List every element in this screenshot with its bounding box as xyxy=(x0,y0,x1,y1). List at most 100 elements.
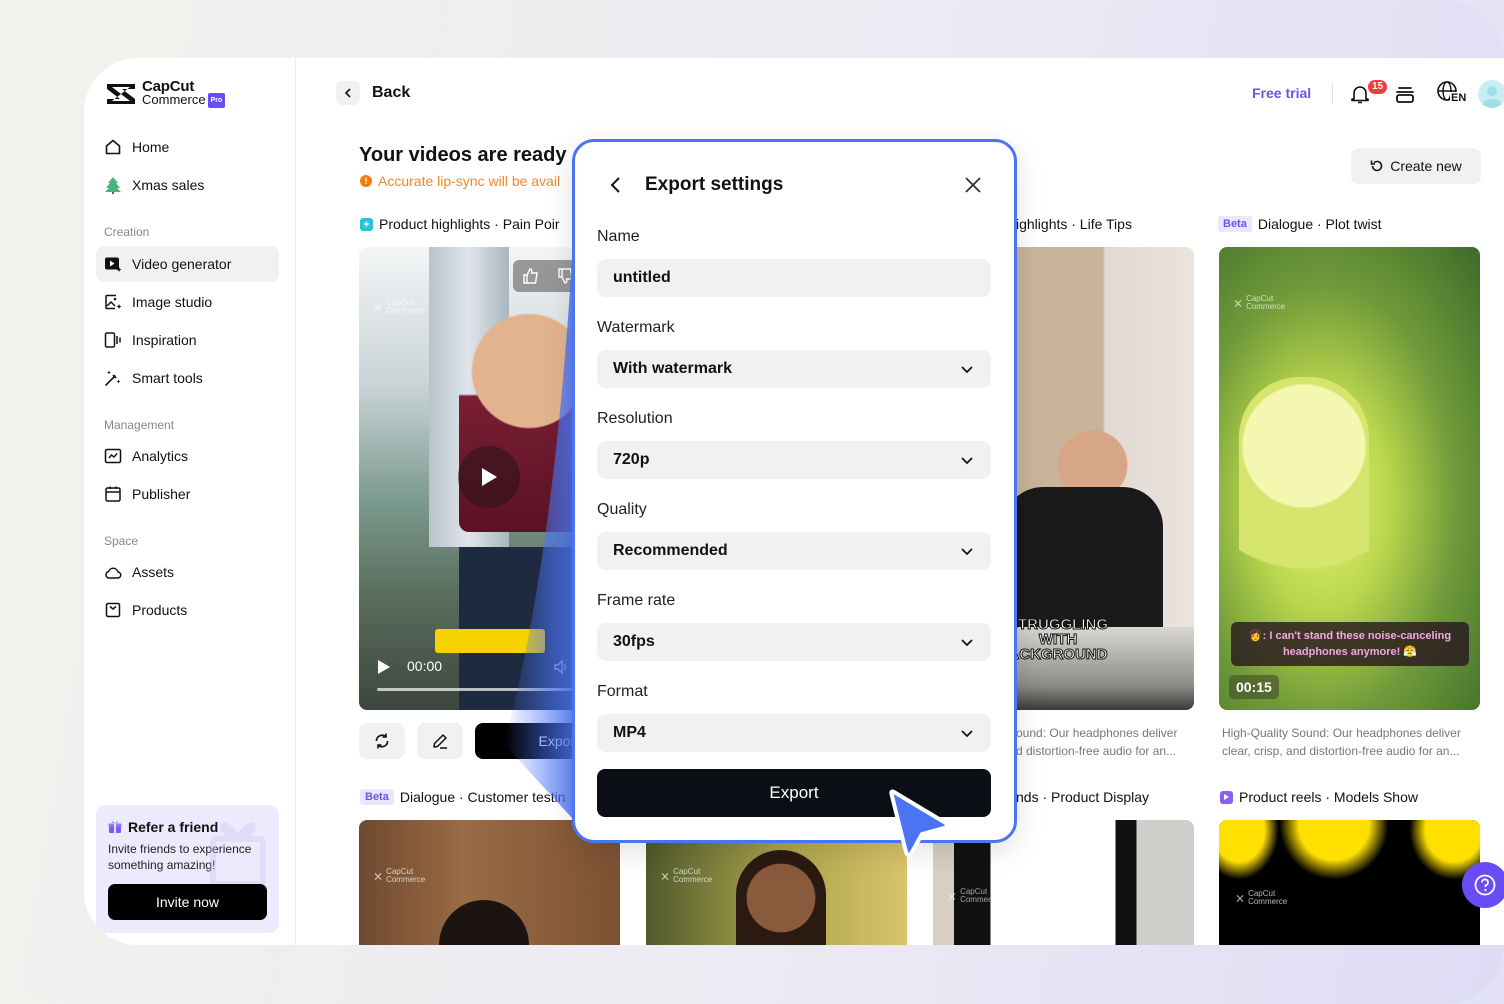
create-new-button[interactable]: Create new xyxy=(1351,148,1481,184)
modal-back-button[interactable] xyxy=(605,174,627,196)
sidebar-item-label: Home xyxy=(132,139,170,155)
brand-subtitle: Commerce xyxy=(142,92,206,107)
header-divider xyxy=(1332,82,1333,104)
sidebar-item-video-generator[interactable]: Video generator xyxy=(96,246,279,282)
gift-decoration-icon xyxy=(210,822,266,887)
analytics-icon xyxy=(104,448,122,464)
sidebar: CapCut Commerce Pro Home Xmas sales Creat… xyxy=(84,58,296,945)
app-window: CapCut Commerce Pro Home Xmas sales Creat… xyxy=(84,58,1504,945)
watermark-select[interactable]: With watermark xyxy=(597,350,991,388)
sidebar-item-label: Products xyxy=(132,602,188,618)
watermark: ⨯ CapCut Commerce xyxy=(1235,889,1288,906)
page-title: Your videos are ready xyxy=(359,144,567,166)
product-highlights-icon xyxy=(360,217,373,231)
frame-rate-value: 30fps xyxy=(613,633,655,650)
refer-a-friend-card: Refer a friend Invite friends to experie… xyxy=(96,805,279,933)
resolution-select[interactable]: 720p xyxy=(597,441,991,479)
notice-text: Accurate lip-sync will be avail xyxy=(378,173,561,189)
language-selector[interactable]: EN xyxy=(1436,80,1468,108)
quality-select[interactable]: Recommended xyxy=(597,532,991,570)
frame-rate-select[interactable]: 30fps xyxy=(597,623,991,661)
export-settings-modal: Export settings Name Watermark With wate… xyxy=(572,139,1017,843)
card-1-label: Product highlights · Pain Poir xyxy=(360,216,560,232)
chevron-down-icon xyxy=(961,639,973,647)
image-studio-icon xyxy=(105,294,122,310)
sidebar-item-analytics[interactable]: Analytics xyxy=(96,438,279,474)
play-button[interactable] xyxy=(458,446,520,508)
capcut-commerce-logo[interactable]: CapCut Commerce Pro xyxy=(104,79,226,109)
sidebar-item-smart-tools[interactable]: Smart tools xyxy=(96,360,279,396)
watermark-value: With watermark xyxy=(613,360,732,377)
edit-button[interactable] xyxy=(417,723,463,759)
sidebar-item-label: Smart tools xyxy=(132,370,203,386)
sidebar-item-products[interactable]: Products xyxy=(96,592,279,628)
sidebar-item-assets[interactable]: Assets xyxy=(96,554,279,590)
notification-count-badge: 15 xyxy=(1368,80,1388,94)
card-export-button[interactable]: Export xyxy=(475,723,585,759)
sidebar-item-xmas-sales[interactable]: Xmas sales xyxy=(96,167,279,203)
sidebar-item-publisher[interactable]: Publisher xyxy=(96,476,279,512)
card-title: ighlights · Life Tips xyxy=(1016,216,1132,232)
help-question-icon xyxy=(1474,874,1496,896)
close-icon[interactable] xyxy=(962,174,984,196)
lip-sync-notice: ! Accurate lip-sync will be avail xyxy=(360,173,560,189)
caption-bar xyxy=(435,629,545,653)
sidebar-item-label: Video generator xyxy=(132,256,232,272)
invite-now-button[interactable]: Invite now xyxy=(108,884,267,920)
section-title-space: Space xyxy=(104,534,139,548)
volume-icon[interactable] xyxy=(553,659,569,675)
avatar-person-icon xyxy=(1482,86,1502,108)
inbox-stack-icon[interactable] xyxy=(1393,82,1417,106)
card-7-video[interactable]: ⨯ CapCut Commerce xyxy=(1219,820,1480,945)
inspiration-icon xyxy=(104,332,121,348)
regenerate-icon xyxy=(375,733,389,749)
format-select[interactable]: MP4 xyxy=(597,714,991,752)
format-value: MP4 xyxy=(613,724,646,741)
card-title: Dialogue · Customer testin xyxy=(399,789,566,805)
frame-rate-label: Frame rate xyxy=(597,592,676,609)
watermark: ⨯ CapCut Commerce xyxy=(1233,294,1286,311)
card-2-label: ighlights · Life Tips xyxy=(1016,216,1132,232)
card-3-description: High-Quality Sound: Our headphones deliv… xyxy=(1222,726,1461,758)
person-hair xyxy=(439,900,529,945)
person-figure xyxy=(736,850,826,945)
name-input[interactable] xyxy=(613,269,975,287)
help-button[interactable] xyxy=(1462,862,1504,908)
language-code: EN xyxy=(1450,92,1468,104)
sidebar-item-home[interactable]: Home xyxy=(96,129,279,165)
card-6-label: nds · Product Display xyxy=(1016,789,1149,805)
thumbs-up-icon[interactable] xyxy=(522,267,540,285)
card-3-video[interactable]: ⨯ CapCut Commerce 👩: I can't stand these n… xyxy=(1219,247,1480,710)
section-title-creation: Creation xyxy=(104,225,150,239)
free-trial-link[interactable]: Free trial xyxy=(1252,85,1311,101)
quality-value: Recommended xyxy=(613,542,728,559)
regenerate-button[interactable] xyxy=(359,723,405,759)
sidebar-item-label: Image studio xyxy=(132,294,213,310)
back-button[interactable] xyxy=(336,81,360,105)
user-avatar[interactable] xyxy=(1478,80,1504,108)
sidebar-item-label: Xmas sales xyxy=(132,177,205,193)
refresh-icon xyxy=(1370,160,1383,172)
warning-icon: ! xyxy=(360,175,372,187)
pro-badge: Pro xyxy=(207,93,226,109)
video-progress-bar[interactable] xyxy=(377,688,601,691)
sidebar-item-inspiration[interactable]: Inspiration xyxy=(96,322,279,358)
watermark: ⨯ CapCut Commerce xyxy=(947,887,1000,904)
calendar-icon xyxy=(105,486,121,502)
pencil-icon xyxy=(433,734,447,749)
card-title: Product reels · Models Show xyxy=(1239,789,1418,805)
back-label[interactable]: Back xyxy=(372,84,410,102)
watermark: ⨯ CapCut Commerce xyxy=(373,298,426,315)
spotlight xyxy=(1279,820,1389,880)
sidebar-item-image-studio[interactable]: Image studio xyxy=(96,284,279,320)
spotlight xyxy=(1219,820,1279,880)
dialogue-caption: 👩: I can't stand these noise-canceling h… xyxy=(1231,622,1469,666)
product-reels-icon xyxy=(1220,790,1233,804)
play-small-icon[interactable] xyxy=(377,659,391,675)
card-3-label: Beta Dialogue · Plot twist xyxy=(1218,216,1382,232)
card-2-description: ound: Our headphones deliver d distortio… xyxy=(1016,726,1178,758)
name-field[interactable] xyxy=(597,259,991,297)
card-4-label: Beta Dialogue · Customer testin xyxy=(360,789,566,805)
person-figure xyxy=(1239,377,1369,607)
sidebar-item-label: Inspiration xyxy=(132,332,197,348)
